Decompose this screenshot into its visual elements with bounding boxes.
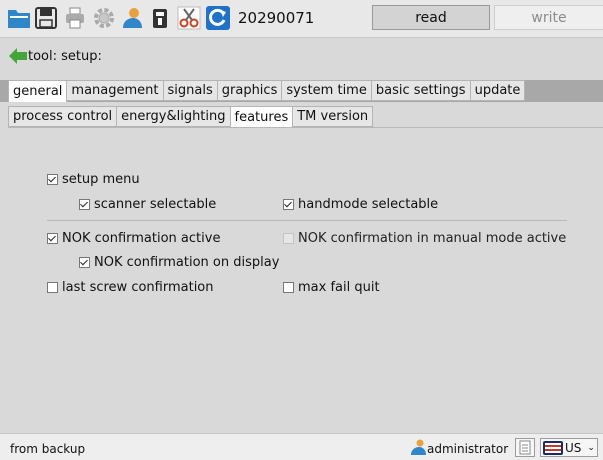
scissors-icon[interactable] [176,5,202,31]
battery-icon[interactable] [147,5,173,31]
tab-system-time[interactable]: system time [282,80,372,101]
printer-icon[interactable] [62,5,88,31]
us-flag-icon [543,440,563,455]
scanner-selectable-checkbox[interactable]: scanner selectable [79,197,216,212]
counter-value: 20290071 [238,9,315,27]
nok-manual-mode-checkbox[interactable]: NOK confirmation in manual mode active [283,231,566,246]
tab-general[interactable]: general [8,80,68,102]
chevron-down-icon: ⌄ [587,442,595,453]
nok-on-display-checkbox[interactable]: NOK confirmation on display [79,255,279,270]
checkbox-box[interactable] [47,174,58,185]
status-text: from backup [10,442,86,456]
tab-basic-settings[interactable]: basic settings [371,80,471,101]
checkbox-box[interactable] [79,199,90,210]
document-icon [519,440,531,455]
tab-tm-version[interactable]: TM version [293,106,374,127]
folder-icon[interactable] [6,5,32,31]
primary-tabs: general management signals graphics syst… [8,80,526,102]
checkbox-box[interactable] [283,233,294,244]
secondary-tabs: process control energy&lighting features… [8,106,374,128]
read-button[interactable]: read [372,5,490,30]
tool-label: tool: setup: [28,49,102,64]
user-icon [410,439,426,459]
tool-header: tool: setup: [0,43,603,71]
handmode-selectable-label: handmode selectable [298,197,439,212]
refresh-icon[interactable] [205,5,231,31]
tab-graphics[interactable]: graphics [217,80,283,101]
checkbox-box[interactable] [79,257,90,268]
nok-confirmation-active-checkbox[interactable]: NOK confirmation active [47,231,220,246]
max-fail-quit-checkbox[interactable]: max fail quit [283,280,380,295]
notes-button[interactable] [515,438,535,457]
scanner-selectable-label: scanner selectable [94,197,217,212]
language-value: US [565,440,582,455]
setup-menu-checkbox[interactable]: setup menu [47,172,140,187]
tab-management[interactable]: management [67,80,164,101]
toolbar: 20290071 read write [0,0,603,38]
max-fail-quit-label: max fail quit [298,280,380,295]
nok-confirmation-active-label: NOK confirmation active [62,231,221,246]
tab-signals[interactable]: signals [163,80,218,101]
checkbox-box[interactable] [283,199,294,210]
last-screw-confirmation-checkbox[interactable]: last screw confirmation [47,280,214,295]
back-arrow-icon[interactable] [8,47,28,69]
save-icon[interactable] [33,5,59,31]
last-screw-confirmation-label: last screw confirmation [62,280,214,295]
checkbox-box[interactable] [283,282,294,293]
nok-manual-mode-label: NOK confirmation in manual mode active [298,231,567,246]
handmode-selectable-checkbox[interactable]: handmode selectable [283,197,438,212]
setup-menu-label: setup menu [62,172,140,187]
tab-update[interactable]: update [470,80,526,101]
user-icon[interactable] [119,5,145,31]
tab-process-control[interactable]: process control [8,106,118,127]
tab-energy-lighting[interactable]: energy&lighting [117,106,231,127]
status-bar: from backup administrator US ⌄ [0,433,603,460]
nok-on-display-label: NOK confirmation on display [94,255,280,270]
section-divider [47,220,567,221]
tab-features[interactable]: features [230,106,294,128]
checkbox-box[interactable] [47,233,58,244]
language-select[interactable]: US ⌄ [540,438,598,457]
write-button[interactable]: write [494,5,603,30]
gear-icon[interactable] [91,5,117,31]
checkbox-box[interactable] [47,282,58,293]
user-name: administrator [427,442,509,456]
